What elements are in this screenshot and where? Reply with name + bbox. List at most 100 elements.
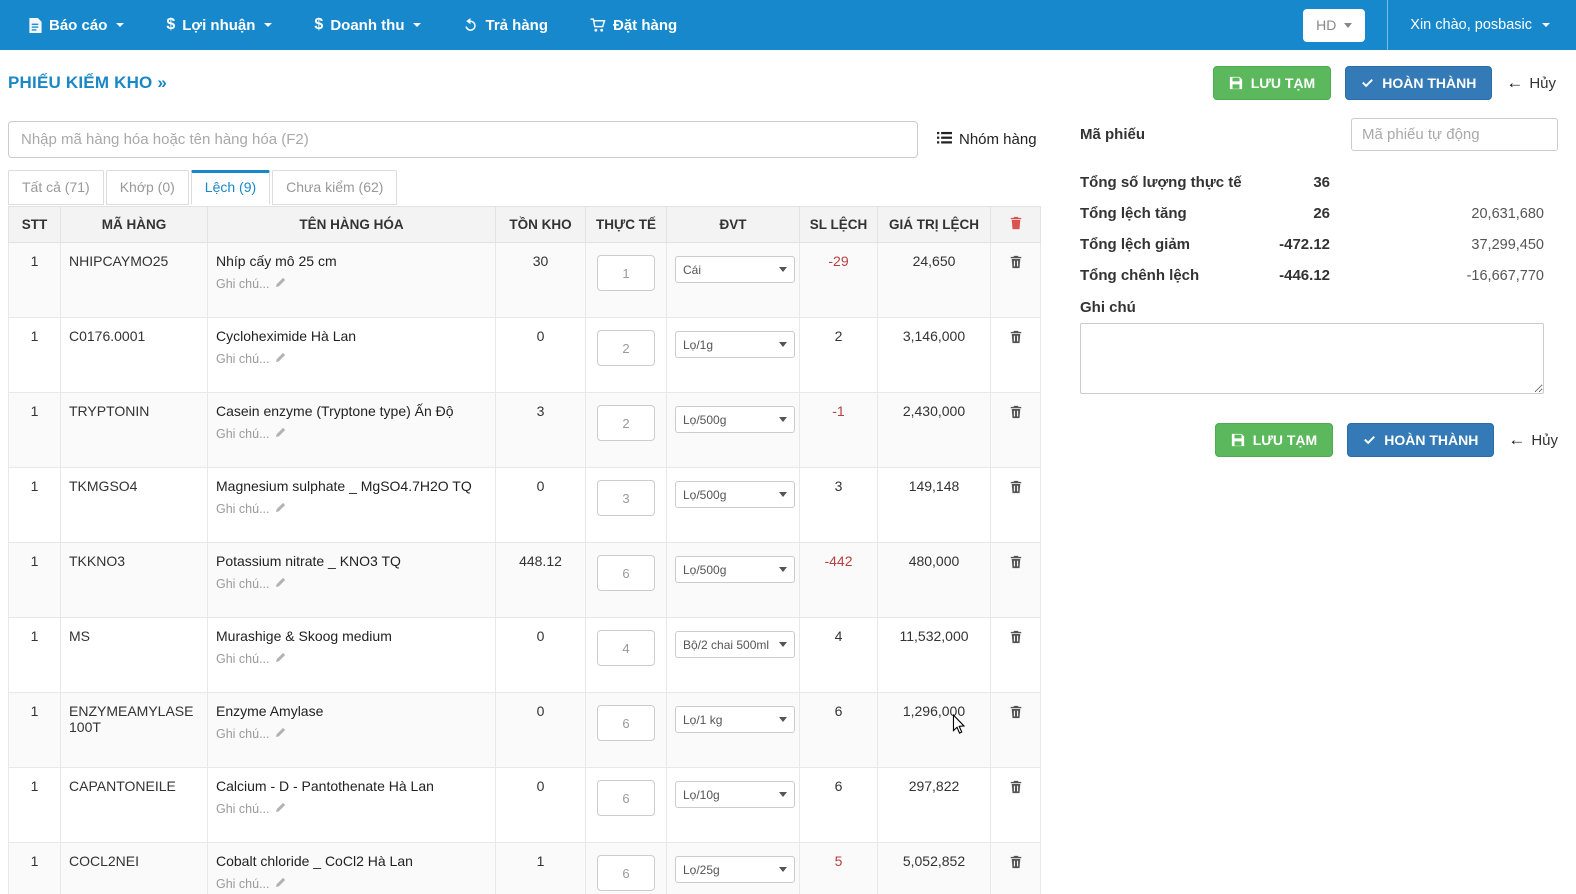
chevron-down-icon (1542, 23, 1550, 27)
row-stt: 1 (9, 768, 61, 843)
unit-select[interactable]: Lọ/500g (675, 406, 795, 433)
row-diff-value: 1,296,000 (878, 693, 991, 768)
row-delete-cell (991, 618, 1041, 693)
row-product-code: NHIPCAYMO25 (61, 243, 208, 318)
top-navbar: Báo cáo $ Lợi nhuận $ Doanh thu Trả hàng… (0, 0, 1576, 50)
row-note-link[interactable]: Ghi chú... (216, 802, 487, 816)
delete-row-button[interactable] (1007, 553, 1025, 574)
tab-chua-kiem[interactable]: Chưa kiểm (62) (272, 170, 397, 205)
table-row: 1 C0176.0001 Cycloheximide Hà Lan Ghi ch… (9, 318, 1041, 393)
table-row: 1 COCL2NEI Cobalt chloride _ CoCl2 Hà La… (9, 843, 1041, 894)
pencil-icon (275, 352, 286, 366)
nav-item-doanh-thu[interactable]: $ Doanh thu (314, 16, 421, 34)
branch-select[interactable]: HD (1303, 9, 1365, 42)
chevron-down-icon (779, 342, 787, 347)
row-actual-cell (586, 393, 667, 468)
nav-item-bao-cao[interactable]: Báo cáo (28, 17, 124, 34)
slip-code-input[interactable] (1351, 118, 1558, 151)
product-group-button[interactable]: Nhóm hàng (937, 131, 1037, 149)
chevron-down-icon (779, 642, 787, 647)
actual-qty-input[interactable] (597, 705, 655, 741)
back-arrow-icon: ← (1508, 430, 1525, 450)
row-note-link[interactable]: Ghi chú... (216, 577, 487, 591)
col-ton-kho: TỒN KHO (496, 207, 586, 243)
actual-qty-input[interactable] (597, 330, 655, 366)
row-note-label: Ghi chú... (216, 652, 270, 666)
delete-row-button[interactable] (1007, 403, 1025, 424)
unit-select-value: Lọ/10g (683, 788, 779, 802)
col-ma-hang: MÃ HÀNG (61, 207, 208, 243)
nav-item-dat-hang[interactable]: Đặt hàng (590, 17, 677, 34)
user-menu[interactable]: Xin chào, posbasic (1410, 17, 1550, 33)
actual-qty-input[interactable] (597, 630, 655, 666)
tab-khop[interactable]: Khớp (0) (106, 170, 189, 205)
navbar-menu: Báo cáo $ Lợi nhuận $ Doanh thu Trả hàng… (28, 0, 677, 50)
unit-select[interactable]: Lọ/500g (675, 481, 795, 508)
col-delete (991, 207, 1041, 243)
navbar-right: HD Xin chào, posbasic (1303, 0, 1576, 50)
row-product-name: Cobalt chloride _ CoCl2 Hà Lan (216, 853, 487, 869)
unit-select[interactable]: Bộ/2 chai 500ml (675, 631, 795, 658)
delete-row-button[interactable] (1007, 628, 1025, 649)
actual-qty-input[interactable] (597, 480, 655, 516)
row-note-link[interactable]: Ghi chú... (216, 352, 487, 366)
unit-select[interactable]: Lọ/1g (675, 331, 795, 358)
row-product-cell: Enzyme Amylase Ghi chú... (208, 693, 496, 768)
row-product-cell: Magnesium sulphate _ MgSO4.7H2O TQ Ghi c… (208, 468, 496, 543)
unit-select[interactable]: Lọ/10g (675, 781, 795, 808)
summary-row-decrease: Tổng lệch giảm -472.12 37,299,450 (1080, 229, 1558, 260)
nav-item-tra-hang[interactable]: Trả hàng (463, 17, 548, 34)
row-product-cell: Nhíp cấy mô 25 cm Ghi chú... (208, 243, 496, 318)
actual-qty-input[interactable] (597, 855, 655, 891)
col-thuc-te: THỰC TẾ (586, 207, 667, 243)
actual-qty-input[interactable] (597, 255, 655, 291)
delete-row-button[interactable] (1007, 253, 1025, 274)
delete-row-button[interactable] (1007, 703, 1025, 724)
row-product-name: Enzyme Amylase (216, 703, 487, 719)
search-input[interactable] (8, 121, 918, 158)
unit-select[interactable]: Lọ/1 kg (675, 706, 795, 733)
side-panel: Mã phiếu Tổng số lượng thực tế 36 Tổng l… (1080, 100, 1558, 457)
unit-select[interactable]: Lọ/25g (675, 856, 795, 883)
cancel-button-bottom[interactable]: ← Hủy (1508, 430, 1558, 450)
row-note-link[interactable]: Ghi chú... (216, 277, 487, 291)
table-row: 1 ENZYMEAMYLASE100T Enzyme Amylase Ghi c… (9, 693, 1041, 768)
delete-row-button[interactable] (1007, 478, 1025, 499)
tab-lech[interactable]: Lệch (9) (191, 170, 270, 205)
actual-qty-input[interactable] (597, 555, 655, 591)
row-product-cell: Cycloheximide Hà Lan Ghi chú... (208, 318, 496, 393)
row-note-label: Ghi chú... (216, 277, 270, 291)
actual-qty-input[interactable] (597, 405, 655, 441)
row-note-link[interactable]: Ghi chú... (216, 427, 487, 441)
delete-row-button[interactable] (1007, 328, 1025, 349)
row-unit-cell: Lọ/1g (667, 318, 800, 393)
row-product-cell: Casein enzyme (Tryptone type) Ấn Độ Ghi … (208, 393, 496, 468)
row-actual-cell (586, 843, 667, 894)
complete-button-bottom[interactable]: HOÀN THÀNH (1347, 423, 1494, 457)
delete-row-button[interactable] (1007, 853, 1025, 874)
row-note-link[interactable]: Ghi chú... (216, 877, 487, 891)
row-stock-qty: 0 (496, 468, 586, 543)
row-note-link[interactable]: Ghi chú... (216, 652, 487, 666)
row-delete-cell (991, 318, 1041, 393)
delete-row-button[interactable] (1007, 778, 1025, 799)
row-stock-qty: 1 (496, 843, 586, 894)
unit-select[interactable]: Cái (675, 256, 795, 283)
row-note-link[interactable]: Ghi chú... (216, 502, 487, 516)
table-row: 1 MS Murashige & Skoog medium Ghi chú...… (9, 618, 1041, 693)
save-temp-button[interactable]: LƯU TẠM (1213, 66, 1332, 100)
note-textarea[interactable] (1080, 323, 1544, 394)
complete-button[interactable]: HOÀN THÀNH (1345, 66, 1492, 100)
unit-select[interactable]: Lọ/500g (675, 556, 795, 583)
row-product-code: TRYPTONIN (61, 393, 208, 468)
nav-item-loi-nhuan[interactable]: $ Lợi nhuận (166, 16, 272, 34)
unit-select-value: Lọ/500g (683, 488, 779, 502)
save-temp-button-bottom[interactable]: LƯU TẠM (1215, 423, 1334, 457)
row-note-link[interactable]: Ghi chú... (216, 727, 487, 741)
actual-qty-input[interactable] (597, 780, 655, 816)
tab-tat-ca[interactable]: Tất cả (71) (8, 170, 104, 205)
row-diff-value: 11,532,000 (878, 618, 991, 693)
row-diff-qty: -29 (800, 243, 878, 318)
cancel-button[interactable]: ← Hủy (1506, 73, 1556, 93)
row-product-code: TKKNO3 (61, 543, 208, 618)
